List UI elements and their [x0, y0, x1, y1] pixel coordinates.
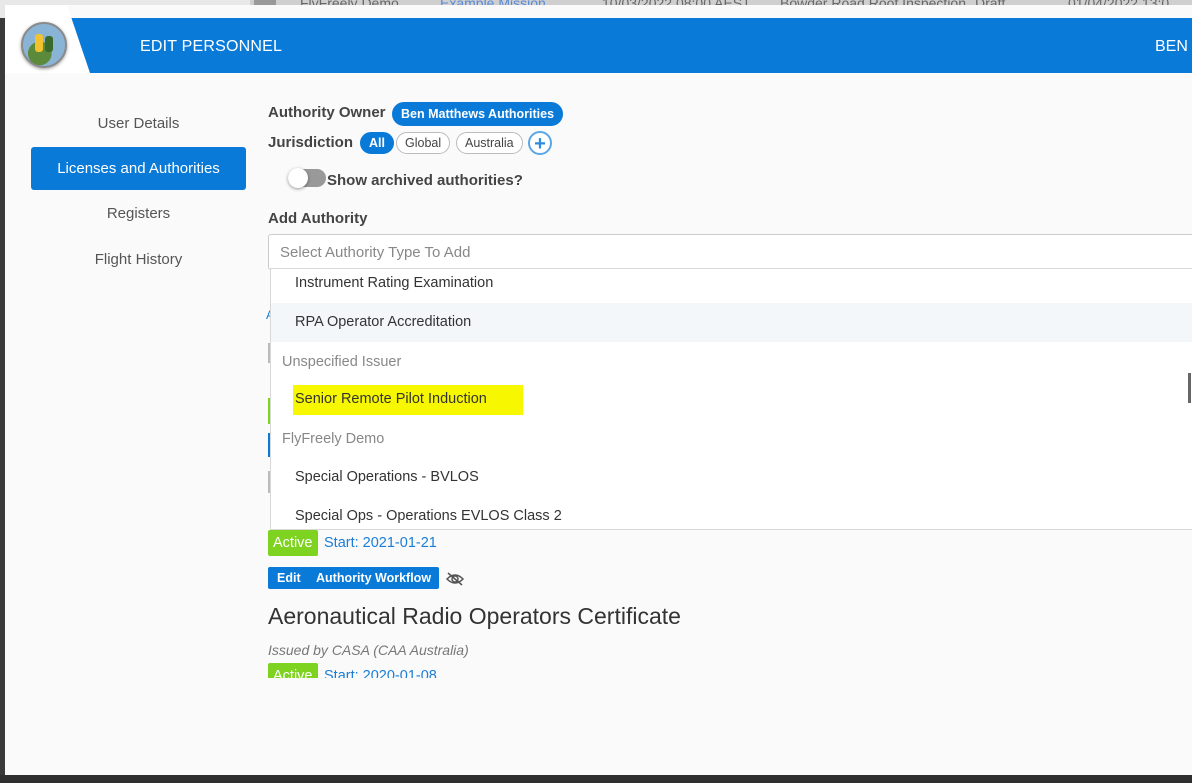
issued-by: Issued by CASA (CAA Australia) [268, 642, 469, 658]
show-archived-label: Show archived authorities? [327, 172, 523, 189]
nav-flight-history[interactable]: Flight History [31, 238, 246, 281]
edit-button[interactable]: Edit [268, 567, 310, 589]
modal-footer-area [5, 678, 1192, 775]
jurisdiction-label: Jurisdiction [268, 134, 354, 151]
nav-licenses-authorities[interactable]: Licenses and Authorities [31, 147, 246, 190]
option-label: Instrument Rating Examination [295, 275, 494, 291]
start-date: Start: 2021-01-21 [324, 535, 437, 551]
group-unspecified-issuer: Unspecified Issuer [282, 354, 402, 370]
authority-owner-label: Authority Owner [268, 104, 386, 121]
option-label: Senior Remote Pilot Induction [295, 391, 487, 407]
show-archived-toggle[interactable] [288, 168, 326, 188]
option-special-ops-evlos-class-2[interactable]: Special Ops - Operations EVLOS Class 2 [271, 497, 1192, 529]
jurisdiction-all[interactable]: All [360, 132, 394, 154]
jurisdiction-australia[interactable]: Australia [456, 132, 523, 154]
jurisdiction-global[interactable]: Global [396, 132, 451, 154]
status-badge: Active [268, 530, 318, 556]
eye-slash-icon[interactable] [445, 571, 465, 587]
modal-header: EDIT PERSONNEL BEN [5, 18, 1192, 73]
add-authority-label: Add Authority [268, 210, 368, 227]
authority-type-select[interactable]: Select Authority Type To Add [268, 234, 1192, 270]
edit-personnel-modal: EDIT PERSONNEL BEN User Details Licenses… [5, 5, 1192, 775]
add-jurisdiction-icon[interactable]: + [528, 131, 552, 155]
select-placeholder: Select Authority Type To Add [280, 244, 471, 261]
group-flyfreely-demo: FlyFreely Demo [282, 431, 385, 447]
background-bottom [0, 775, 1192, 783]
authority-workflow-button[interactable]: Authority Workflow [308, 567, 440, 589]
authority-type-dropdown[interactable]: Instrument Rating Examination RPA Operat… [270, 268, 1192, 530]
option-rpa-operator-accreditation[interactable]: RPA Operator Accreditation [271, 303, 1192, 342]
scrollbar[interactable] [1188, 373, 1191, 403]
option-special-operations-bvlos[interactable]: Special Operations - BVLOS [271, 458, 1192, 497]
option-senior-remote-pilot-induction[interactable]: Senior Remote Pilot Induction [271, 380, 1192, 419]
option-instrument-rating-examination[interactable]: Instrument Rating Examination [271, 269, 1192, 303]
authority-owner-badge[interactable]: Ben Matthews Authorities [392, 102, 564, 126]
option-label: RPA Operator Accreditation [295, 314, 472, 330]
header-user-name: BEN [1155, 38, 1188, 55]
certificate-title: Aeronautical Radio Operators Certificate [268, 603, 681, 629]
nav-user-details[interactable]: User Details [31, 102, 246, 145]
modal-title: EDIT PERSONNEL [140, 38, 283, 55]
avatar[interactable] [21, 22, 67, 68]
nav-registers[interactable]: Registers [31, 192, 246, 235]
option-label: Special Operations - BVLOS [295, 469, 479, 485]
option-label: Special Ops - Operations EVLOS Class 2 [295, 508, 562, 524]
